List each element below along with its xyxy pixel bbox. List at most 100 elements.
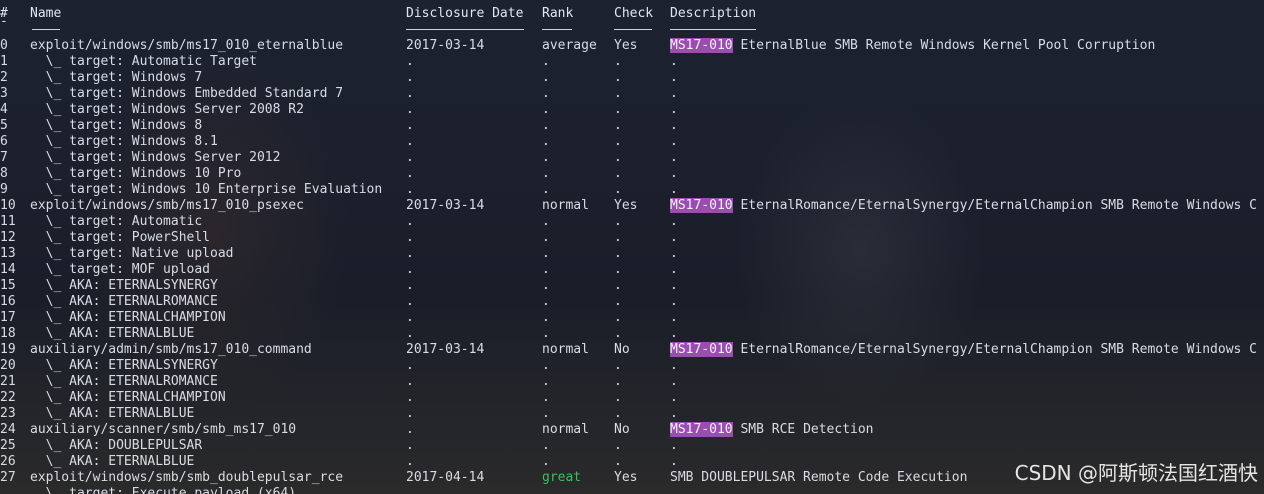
row-index: 19 [0, 342, 16, 357]
module-check: . [614, 230, 622, 245]
description-text: . [670, 118, 678, 133]
row-index: 17 [0, 310, 16, 325]
row-index: 15 [0, 278, 16, 293]
row-index: 20 [0, 358, 16, 373]
module-name: \_ target: Automatic [30, 214, 203, 229]
module-check: Yes [614, 38, 638, 53]
row-index: 24 [0, 422, 16, 437]
module-check: . [614, 406, 622, 421]
module-description: . [670, 262, 678, 278]
disclosure-date: . [406, 374, 414, 389]
description-text: . [670, 262, 678, 277]
table-row: 17 \_ AKA: ETERNALCHAMPION.... [0, 310, 1264, 326]
module-rank: . [542, 326, 550, 341]
row-index: 9 [0, 182, 8, 197]
description-text: EternalBlue SMB Remote Windows Kernel Po… [732, 38, 1156, 53]
disclosure-date: . [406, 182, 414, 197]
underline-name [32, 29, 60, 30]
module-name: auxiliary/admin/smb/ms17_010_command [30, 342, 312, 357]
module-name: \_ target: Windows 8 [30, 118, 203, 133]
description-text: . [670, 214, 678, 229]
header-disclosure-date: Disclosure Date [406, 6, 524, 21]
row-index: 3 [0, 86, 8, 101]
description-text: . [670, 454, 678, 469]
description-text: . [670, 294, 678, 309]
module-rank: . [542, 86, 550, 101]
description-text: . [670, 134, 678, 149]
table-row: 15 \_ AKA: ETERNALSYNERGY.... [0, 278, 1264, 294]
description-text: . [670, 182, 678, 197]
module-name: \_ target: Windows 10 Pro [30, 166, 242, 181]
table-row: 3 \_ target: Windows Embedded Standard 7… [0, 86, 1264, 102]
disclosure-date: . [406, 230, 414, 245]
disclosure-date: . [406, 310, 414, 325]
table-row: 19 auxiliary/admin/smb/ms17_010_command 20… [0, 342, 1264, 358]
header-underline-row: - [0, 14, 1264, 32]
table-row: 8 \_ target: Windows 10 Pro.... [0, 166, 1264, 182]
row-index: 27 [0, 470, 16, 485]
module-rank: . [542, 70, 550, 85]
table-row: 20 \_ AKA: ETERNALSYNERGY.... [0, 358, 1264, 374]
module-name: \_ AKA: ETERNALBLUE [30, 326, 195, 341]
table-row: 24 auxiliary/scanner/smb/smb_ms17_010. nor… [0, 422, 1264, 438]
module-rank: normal [542, 422, 589, 437]
module-name: \_ target: Windows 7 [30, 70, 203, 85]
module-rank: . [542, 182, 550, 197]
disclosure-date: . [406, 262, 414, 277]
row-index: 5 [0, 118, 8, 133]
disclosure-date: . [406, 406, 414, 421]
description-text: . [670, 310, 678, 325]
module-check: . [614, 118, 622, 133]
module-rank: . [542, 118, 550, 133]
row-index: 18 [0, 326, 16, 341]
table-row: 25 \_ AKA: DOUBLEPULSAR.... [0, 438, 1264, 454]
module-name: \_ target: Windows 10 Enterprise Evaluat… [30, 182, 383, 197]
module-name: \_ AKA: ETERNALROMANCE [30, 374, 218, 389]
module-rank: average [542, 38, 597, 53]
module-rank: . [542, 294, 550, 309]
table-row: \_ target: Execute payload (x64) [0, 486, 1264, 494]
table-row: 16 \_ AKA: ETERNALROMANCE.... [0, 294, 1264, 310]
underline-description [670, 29, 756, 30]
module-name: \_ target: Automatic Target [30, 54, 257, 69]
disclosure-date: . [406, 166, 414, 181]
disclosure-date: . [406, 422, 414, 437]
row-index: 16 [0, 294, 16, 309]
disclosure-date: . [406, 214, 414, 229]
module-check: . [614, 358, 622, 373]
module-check: . [614, 278, 622, 293]
row-index: 21 [0, 374, 16, 389]
module-description: . [670, 70, 678, 86]
description-text: . [670, 102, 678, 117]
module-name: \_ target: Windows Embedded Standard 7 [30, 86, 344, 101]
description-text: . [670, 326, 678, 341]
header-name: Name [30, 6, 62, 21]
module-description: . [670, 54, 678, 70]
module-description: . [670, 246, 678, 262]
terminal-window[interactable]: # Name Disclosure Date Rank Check Descri… [0, 0, 1264, 494]
module-description: . [670, 294, 678, 310]
module-description: MS17-010 EternalBlue SMB Remote Windows … [670, 38, 1155, 54]
module-description: . [670, 358, 678, 374]
description-text: . [670, 246, 678, 261]
description-text: . [670, 70, 678, 85]
module-check: . [614, 294, 622, 309]
module-name: \_ target: Windows Server 2008 R2 [30, 102, 304, 117]
module-check: . [614, 102, 622, 117]
row-index: 4 [0, 102, 8, 117]
row-index: 25 [0, 438, 16, 453]
module-rank: . [542, 374, 550, 389]
module-check: . [614, 454, 622, 469]
description-text: SMB DOUBLEPULSAR Remote Code Execution [670, 470, 968, 485]
module-check: . [614, 54, 622, 69]
module-check: No [614, 342, 630, 357]
row-index: 2 [0, 70, 8, 85]
module-rank: . [542, 102, 550, 117]
table-row: 21 \_ AKA: ETERNALROMANCE.... [0, 374, 1264, 390]
module-rank: normal [542, 342, 589, 357]
row-index: 8 [0, 166, 8, 181]
module-description: . [670, 150, 678, 166]
module-name: \_ target: Native upload [30, 246, 234, 261]
disclosure-date: . [406, 70, 414, 85]
module-rank: normal [542, 198, 589, 213]
